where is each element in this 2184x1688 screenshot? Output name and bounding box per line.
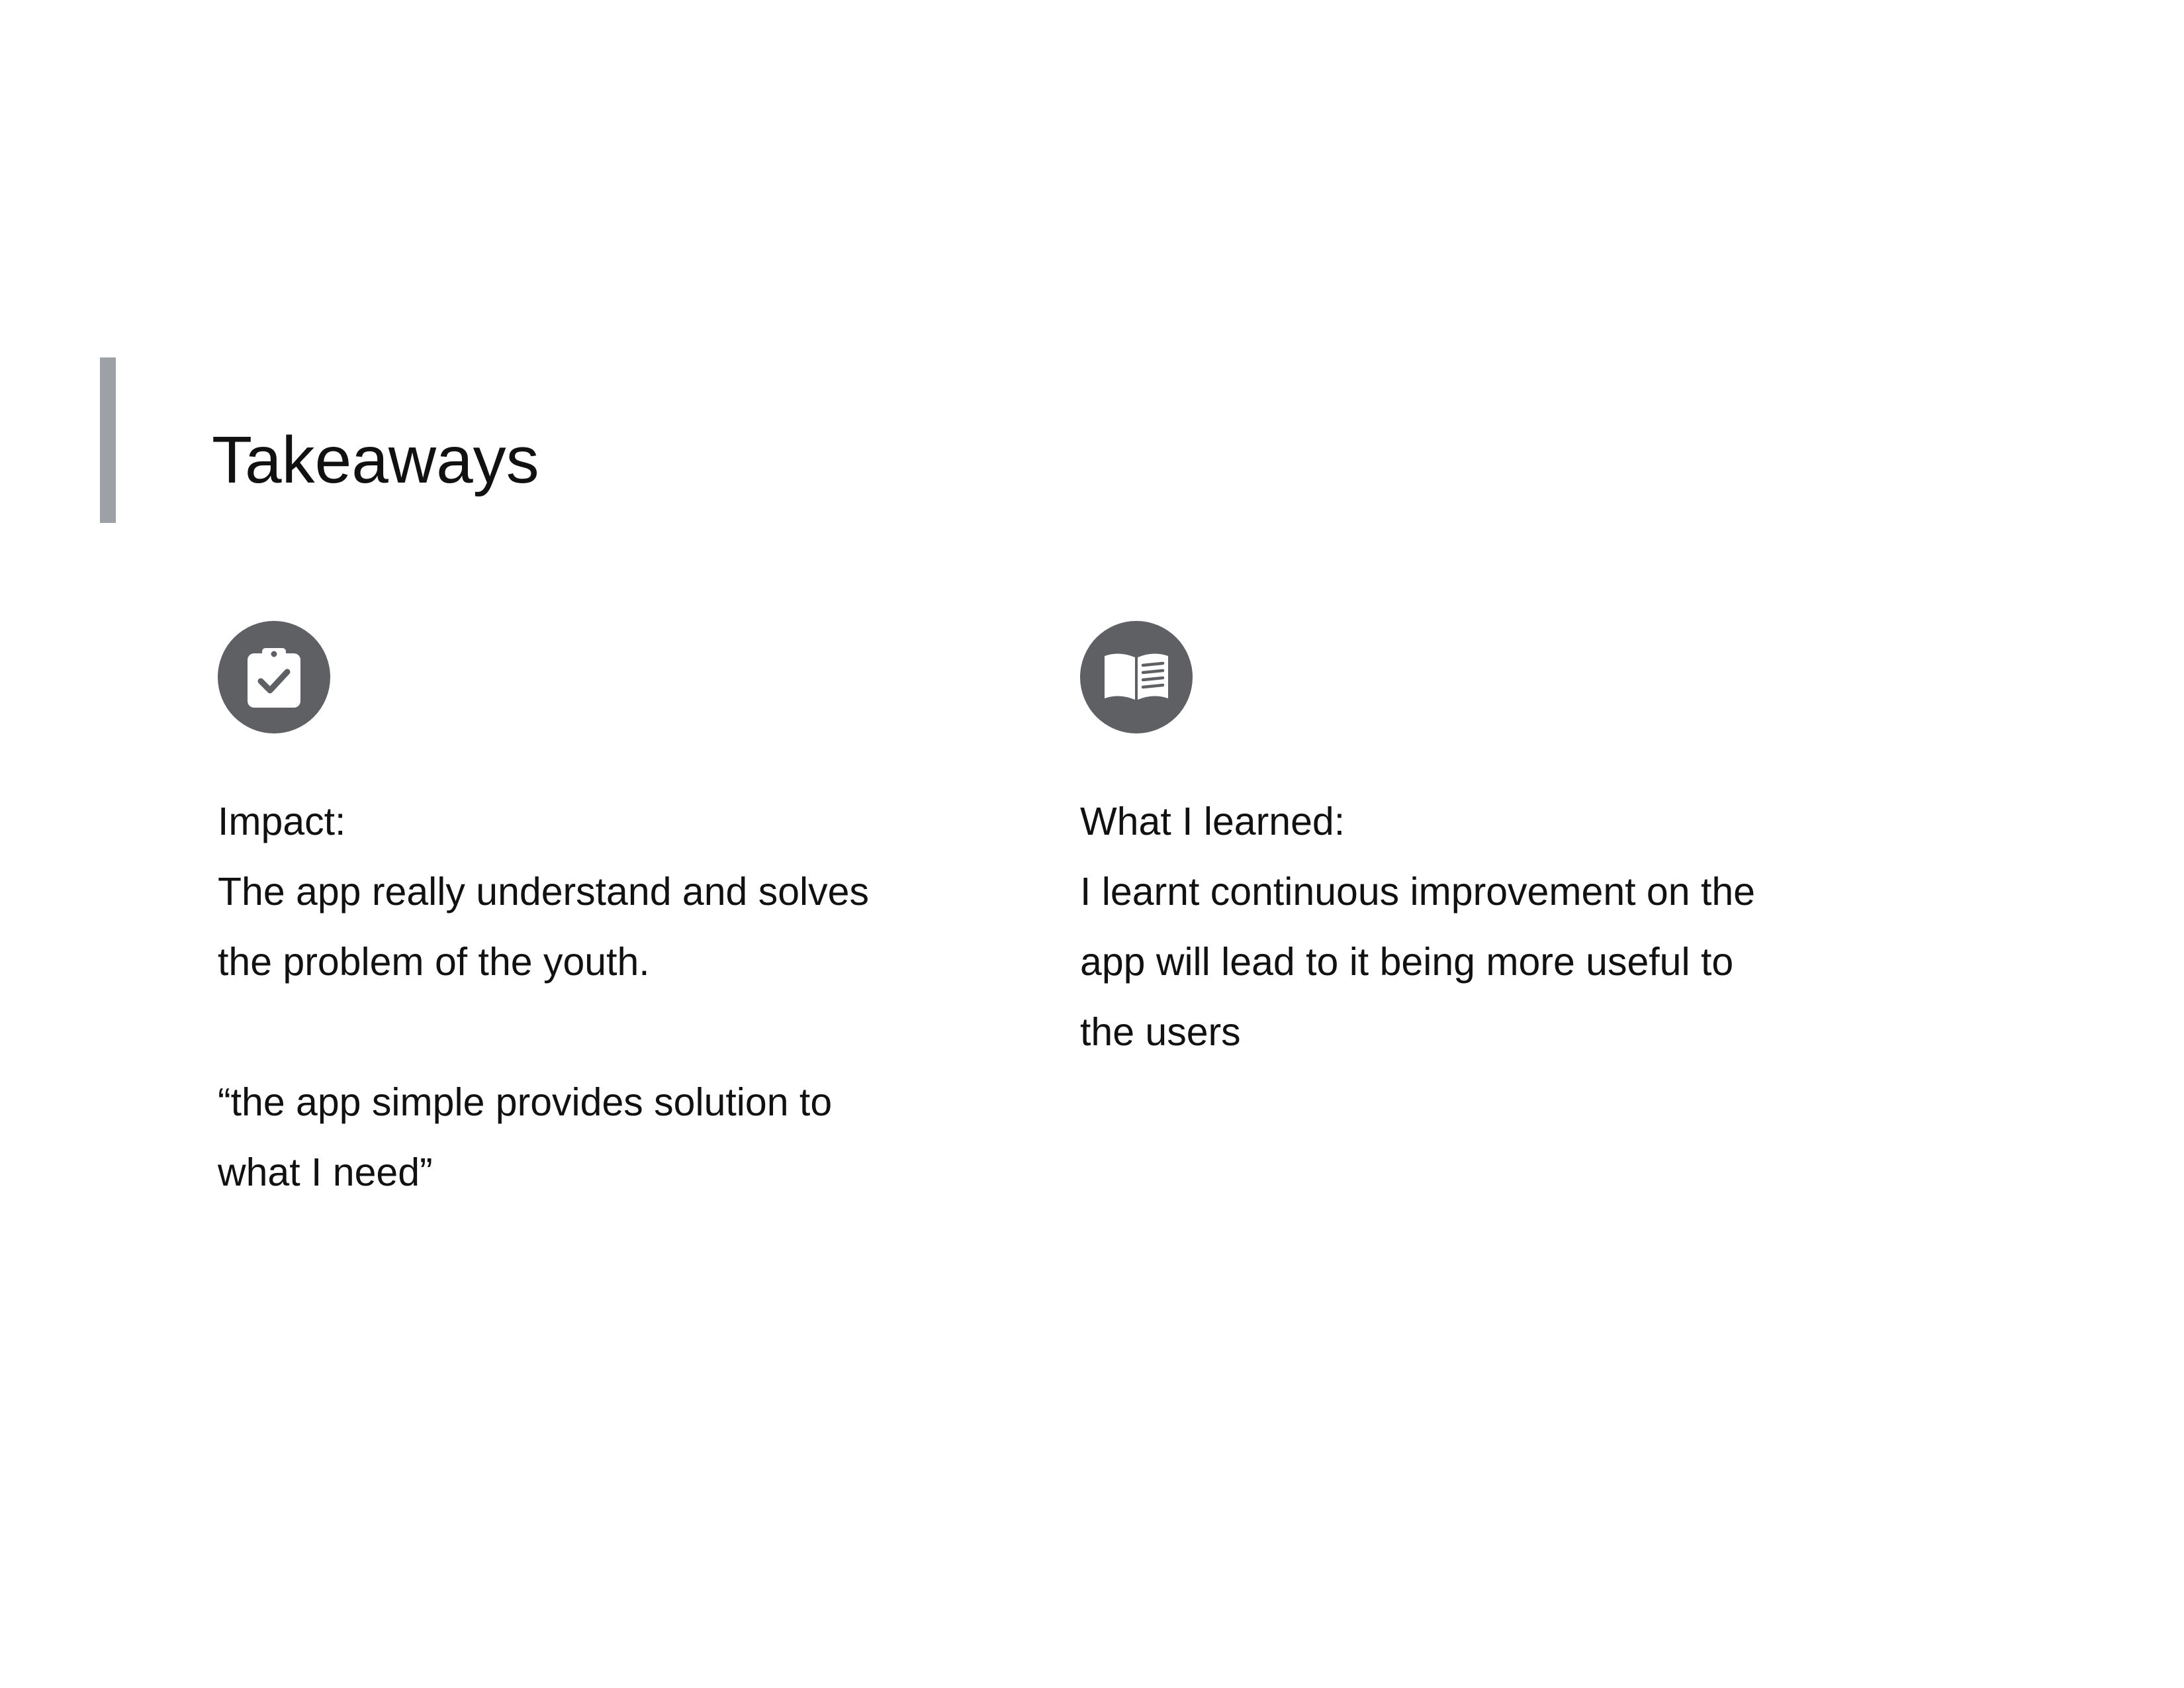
clipboard-check-icon	[218, 621, 330, 733]
learned-line-1: I learnt continuous improvement on the	[1080, 870, 1755, 914]
learned-line-3: the users	[1080, 1010, 1241, 1054]
learned-line-2: app will lead to it being more useful to	[1080, 940, 1734, 984]
page-title: Takeaways	[212, 423, 539, 497]
impact-line-2: the problem of the youth.	[218, 940, 650, 984]
impact-heading: Impact:	[218, 800, 346, 843]
impact-section: Impact: The app really understand and so…	[218, 621, 979, 1207]
open-book-icon	[1080, 621, 1193, 733]
impact-text: Impact: The app really understand and so…	[218, 786, 979, 1207]
impact-quote-line-2: what I need”	[218, 1150, 433, 1194]
title-accent-bar	[100, 357, 116, 523]
impact-line-1: The app really understand and solves	[218, 870, 869, 914]
learned-heading: What I learned:	[1080, 800, 1345, 843]
learned-section: What I learned: I learnt continuous impr…	[1080, 621, 1841, 1067]
impact-quote-line-1: “the app simple provides solution to	[218, 1080, 833, 1124]
learned-text: What I learned: I learnt continuous impr…	[1080, 786, 1841, 1067]
